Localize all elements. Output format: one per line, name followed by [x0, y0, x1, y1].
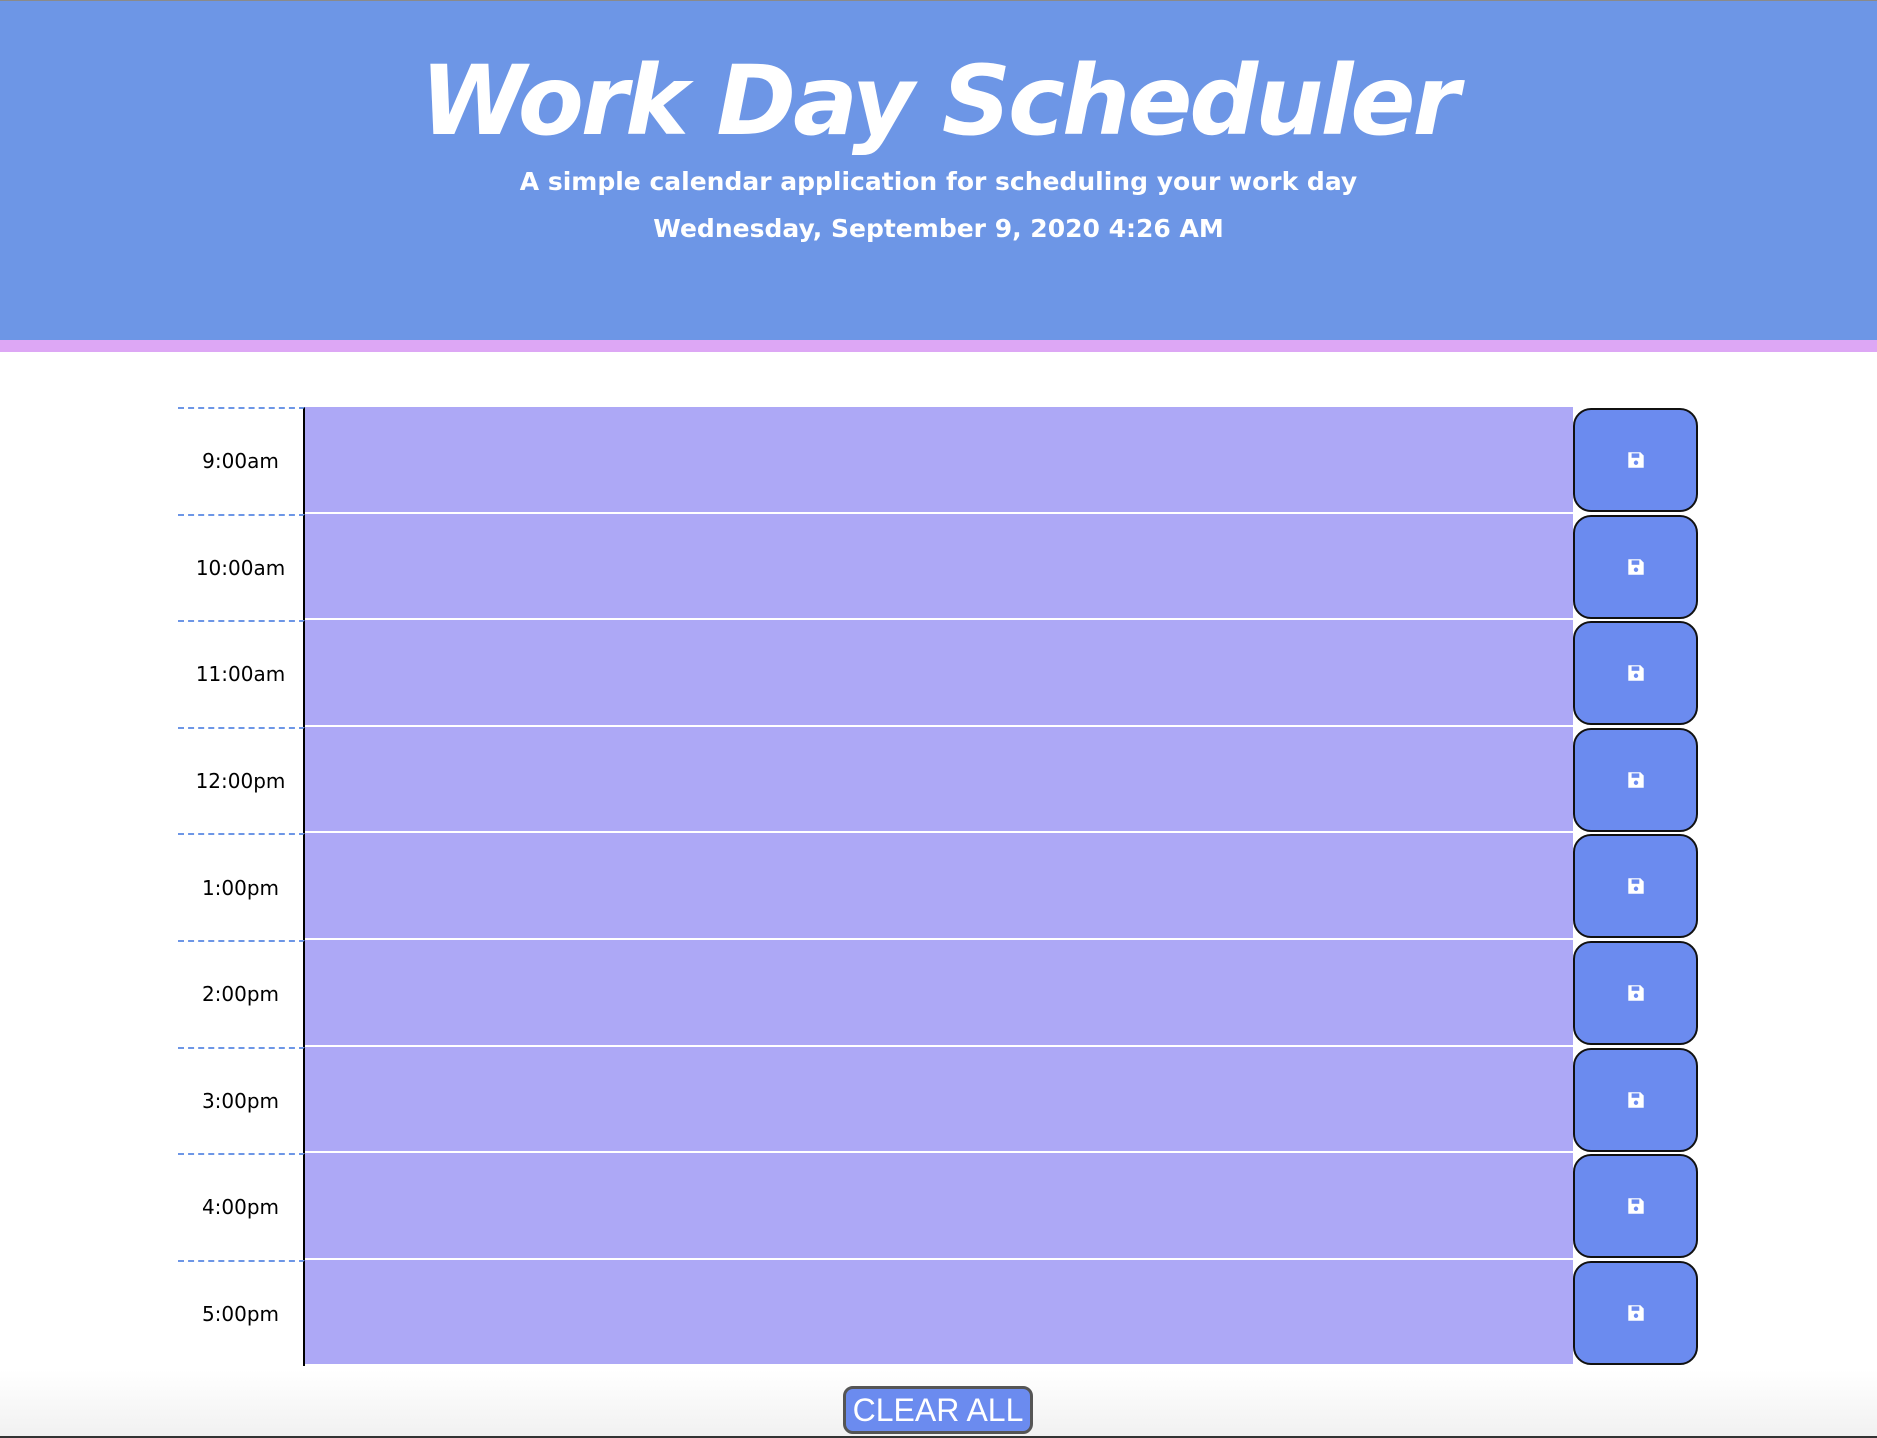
- floppy-disk-icon: [1625, 1089, 1647, 1111]
- hour-label: 11:00am: [178, 620, 305, 727]
- hour-label: 10:00am: [178, 513, 305, 621]
- save-button[interactable]: [1573, 727, 1698, 832]
- time-block: 10:00am: [178, 513, 1698, 621]
- time-block: 1:00pm: [178, 833, 1698, 940]
- time-block: 3:00pm: [178, 1046, 1698, 1154]
- time-block: 12:00pm: [178, 726, 1698, 834]
- save-button[interactable]: [1573, 1047, 1698, 1152]
- floppy-disk-icon: [1625, 1195, 1647, 1217]
- event-description-input[interactable]: [305, 1259, 1573, 1367]
- event-description-input[interactable]: [305, 726, 1573, 834]
- floppy-disk-icon: [1625, 769, 1647, 791]
- floppy-disk-icon: [1625, 1302, 1647, 1324]
- hour-label: 1:00pm: [178, 833, 305, 940]
- time-block: 5:00pm: [178, 1259, 1698, 1367]
- event-description-input[interactable]: [305, 620, 1573, 727]
- save-button[interactable]: [1573, 408, 1698, 512]
- time-block: 2:00pm: [178, 939, 1698, 1047]
- clear-all-button[interactable]: CLEAR ALL: [843, 1386, 1033, 1434]
- save-button[interactable]: [1573, 834, 1698, 939]
- hour-label: 12:00pm: [178, 726, 305, 834]
- hour-label: 4:00pm: [178, 1153, 305, 1260]
- event-description-input[interactable]: [305, 1046, 1573, 1154]
- time-block: 4:00pm: [178, 1153, 1698, 1260]
- save-button[interactable]: [1573, 940, 1698, 1045]
- schedule-container: 9:00am 10:00am 11:00am 12:00pm 1:00pm 2:…: [178, 407, 1698, 1367]
- floppy-disk-icon: [1625, 875, 1647, 897]
- event-description-input[interactable]: [305, 513, 1573, 621]
- current-day: Wednesday, September 9, 2020 4:26 AM: [653, 214, 1224, 243]
- header-jumbotron: Work Day Scheduler A simple calendar app…: [0, 0, 1877, 352]
- time-block: 11:00am: [178, 620, 1698, 727]
- floppy-disk-icon: [1625, 449, 1647, 471]
- save-button[interactable]: [1573, 514, 1698, 619]
- hour-label: 9:00am: [178, 407, 305, 514]
- hour-label: 5:00pm: [178, 1259, 305, 1367]
- floppy-disk-icon: [1625, 556, 1647, 578]
- save-button[interactable]: [1573, 1260, 1698, 1365]
- hour-label: 2:00pm: [178, 939, 305, 1047]
- time-block: 9:00am: [178, 407, 1698, 514]
- hour-label: 3:00pm: [178, 1046, 305, 1154]
- event-description-input[interactable]: [305, 939, 1573, 1047]
- event-description-input[interactable]: [305, 407, 1573, 514]
- app-subtitle: A simple calendar application for schedu…: [519, 167, 1358, 196]
- event-description-input[interactable]: [305, 833, 1573, 940]
- app-title: Work Day Scheduler: [420, 45, 1460, 157]
- floppy-disk-icon: [1625, 982, 1647, 1004]
- save-button[interactable]: [1573, 621, 1698, 726]
- floppy-disk-icon: [1625, 662, 1647, 684]
- save-button[interactable]: [1573, 1154, 1698, 1259]
- event-description-input[interactable]: [305, 1153, 1573, 1260]
